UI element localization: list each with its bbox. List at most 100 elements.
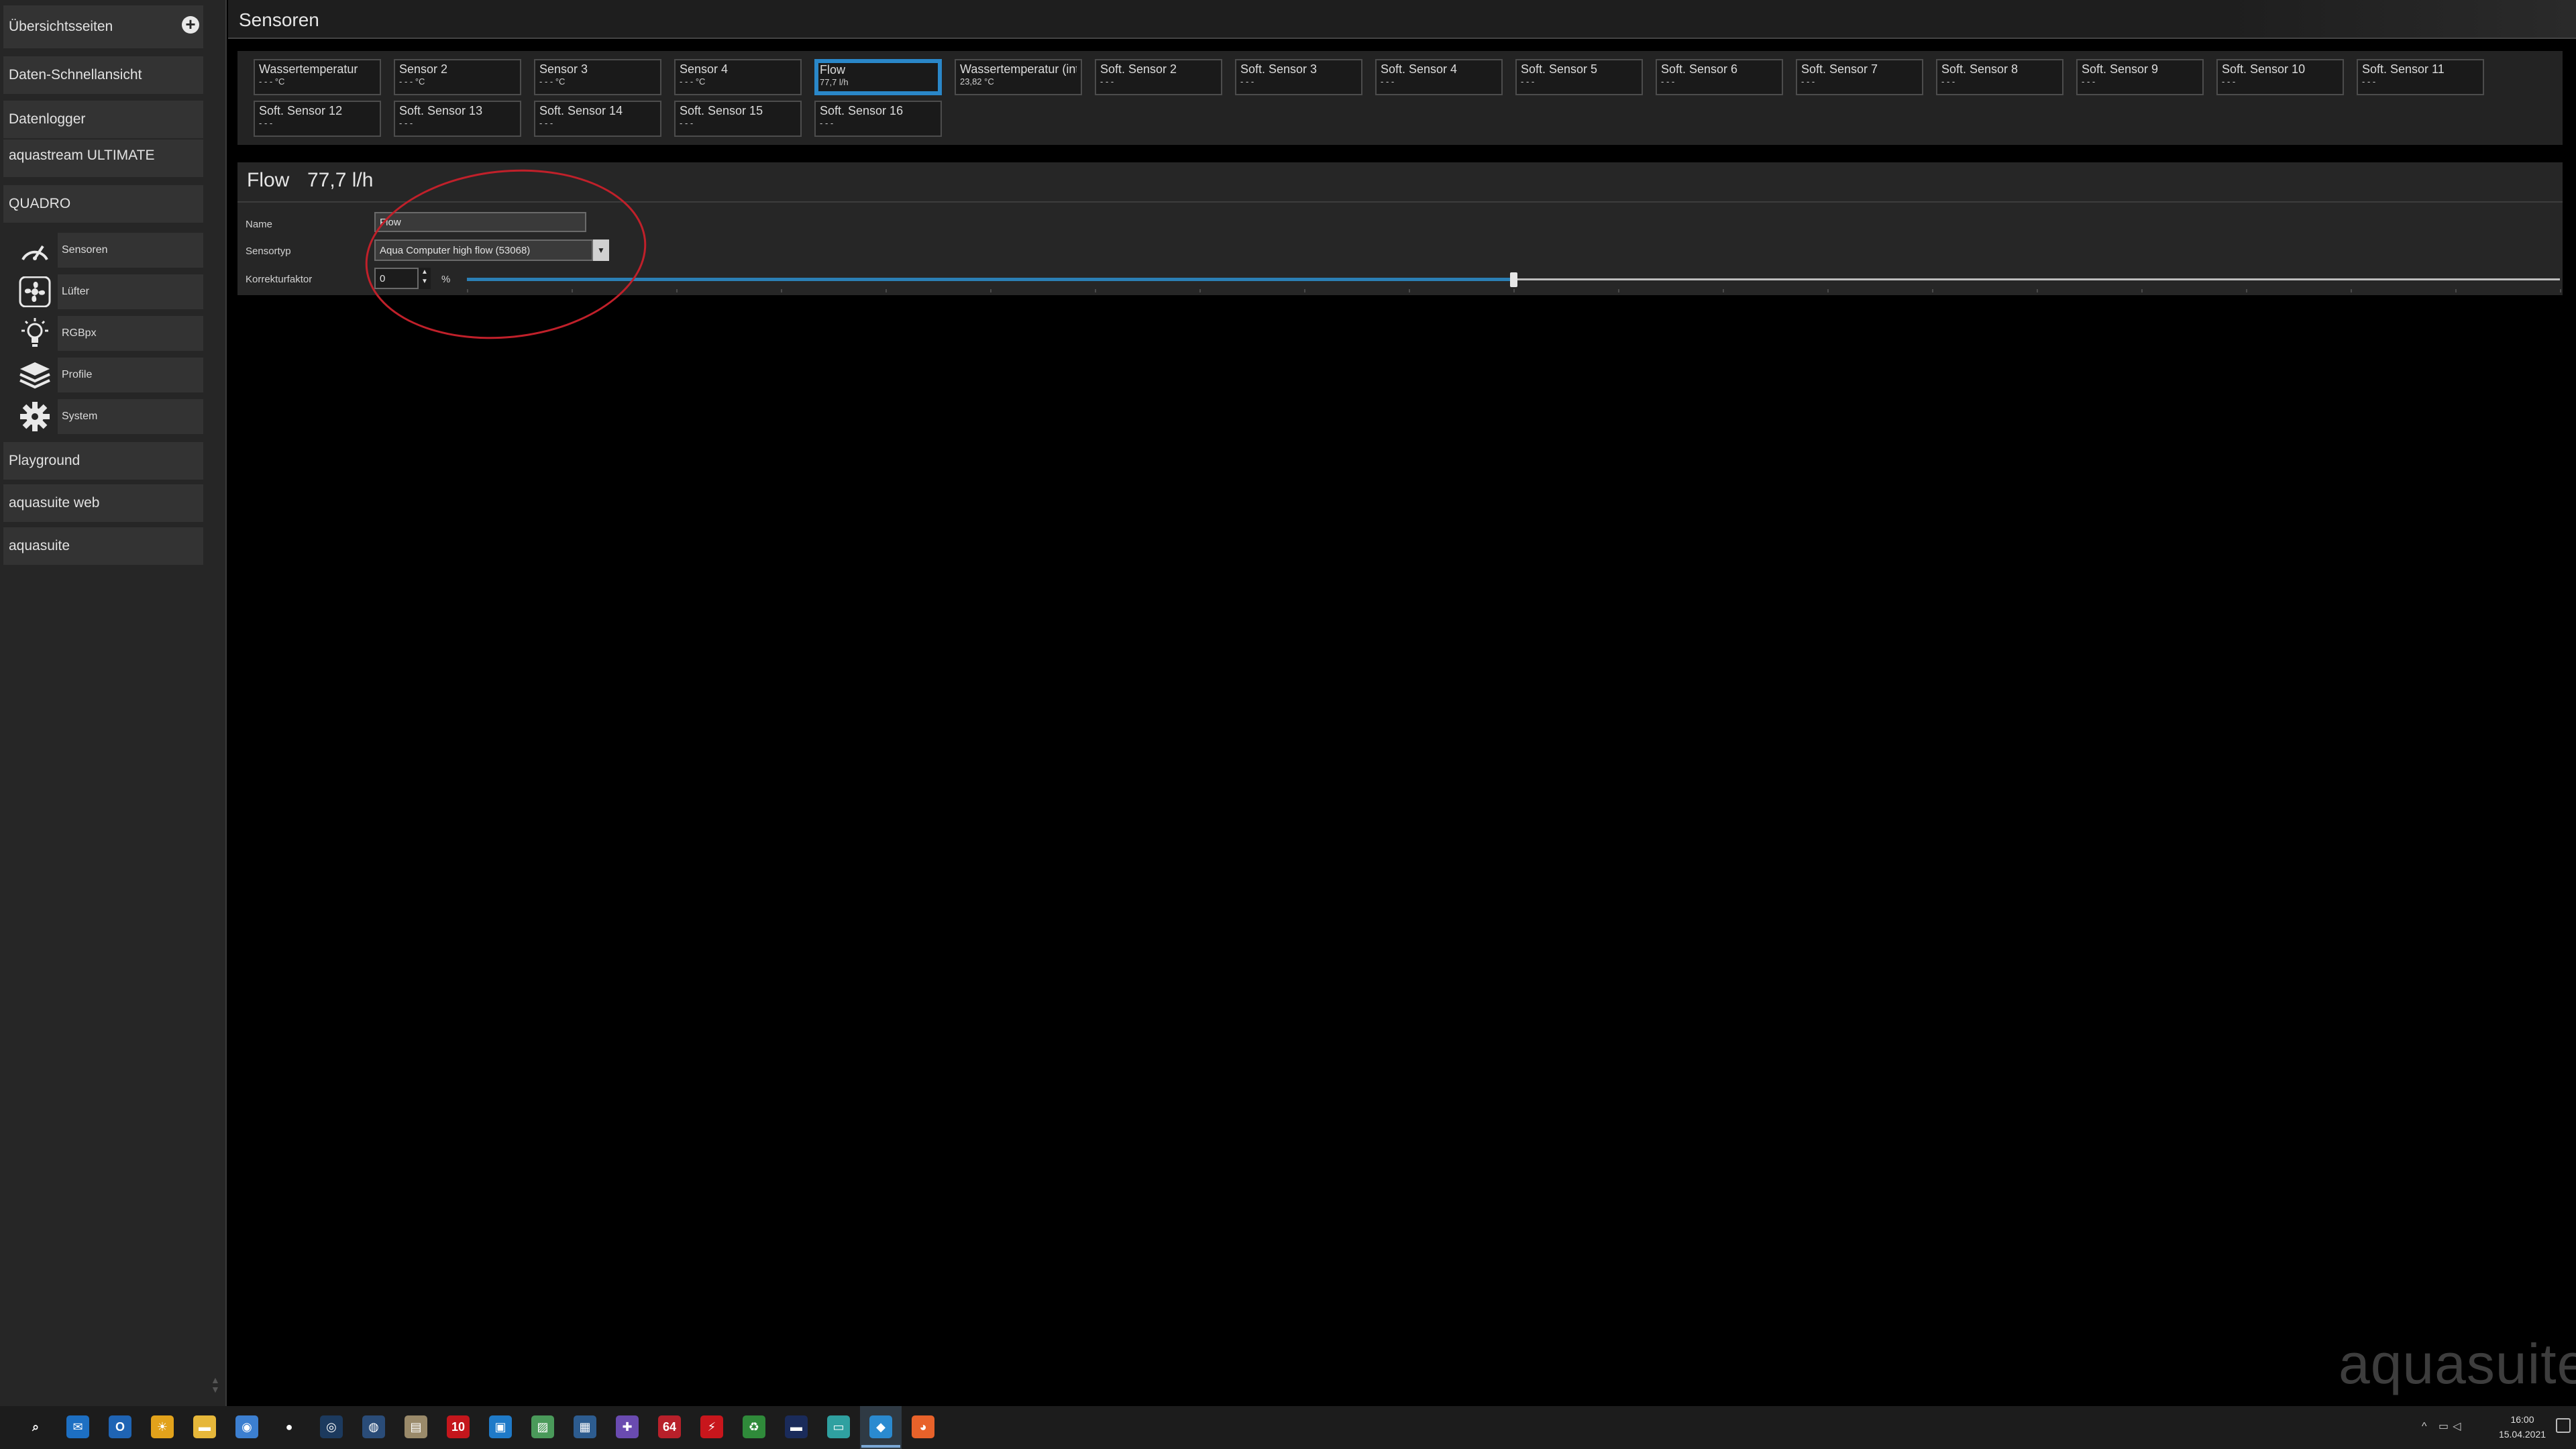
weather-icon[interactable]: ☀: [151, 1415, 174, 1438]
sidebar-item-datenlogger[interactable]: Datenlogger: [3, 101, 203, 138]
sidebar-item-aquasuite[interactable]: aquasuite: [3, 527, 203, 565]
sensor-tile[interactable]: Wassertemperatur (int 23,82 °C: [955, 59, 1082, 95]
sensor-tile[interactable]: Soft. Sensor 11- - -: [2357, 59, 2484, 95]
sensor-tile-name: Sensor 4: [680, 62, 729, 76]
flash-icon[interactable]: ⚡: [700, 1415, 723, 1438]
folder-icon[interactable]: ▬: [193, 1415, 216, 1438]
sidebar-subitem-rgbpx[interactable]: RGBpx: [15, 316, 203, 351]
sidebar-item-label: aquastream ULTIMATE: [9, 148, 155, 163]
plugin-icon[interactable]: ✚: [616, 1415, 639, 1438]
image-icon[interactable]: ▨: [531, 1415, 554, 1438]
chevron-up-icon[interactable]: ^: [2422, 1421, 2427, 1433]
slider-tick: [2351, 289, 2352, 292]
sidebar-item-aquastream[interactable]: aquastream ULTIMATE: [3, 140, 203, 177]
sensortype-label: Sensortyp: [246, 246, 291, 257]
sensor-tile[interactable]: Soft. Sensor 12- - -: [254, 101, 381, 137]
sensor-tile-value: - - -: [2362, 76, 2376, 87]
sidebar-item-uebersichtsseiten[interactable]: Übersichtsseiten +: [3, 5, 203, 48]
aquasuite-app-icon[interactable]: ◆: [861, 1415, 900, 1448]
steam-icon[interactable]: ◎: [320, 1415, 343, 1438]
korrektur-slider[interactable]: [467, 272, 2561, 292]
aida64-icon[interactable]: 64: [658, 1415, 681, 1438]
document-icon[interactable]: ▤: [405, 1415, 427, 1438]
slider-tick: [2560, 289, 2561, 292]
sensor-tile[interactable]: Soft. Sensor 2- - -: [1095, 59, 1222, 95]
sensor-tile[interactable]: Soft. Sensor 7- - -: [1796, 59, 1923, 95]
sensor-tile[interactable]: Soft. Sensor 16- - -: [814, 101, 942, 137]
search-icon[interactable]: ⌕: [24, 1415, 47, 1438]
sensor-tile[interactable]: Soft. Sensor 9- - -: [2076, 59, 2204, 95]
sensor-tile-value: - - -: [1521, 76, 1535, 87]
sensor-tile[interactable]: Soft. Sensor 4- - -: [1375, 59, 1503, 95]
sensor-tile-value: 23,82 °C: [960, 76, 994, 87]
store-icon[interactable]: ▣: [489, 1415, 512, 1438]
clock-date[interactable]: 15.04.2021: [2496, 1429, 2549, 1440]
detail-value: 77,7 l/h: [307, 169, 374, 191]
slider-track-empty: [1517, 278, 2560, 280]
window-app-icon[interactable]: ▭: [827, 1415, 850, 1438]
sensor-tile[interactable]: Soft. Sensor 10- - -: [2216, 59, 2344, 95]
sensor-tile[interactable]: Soft. Sensor 3- - -: [1235, 59, 1362, 95]
slider-thumb[interactable]: [1510, 272, 1517, 287]
gear-icon: [15, 399, 55, 434]
layers-icon: [15, 358, 55, 392]
recycle-icon[interactable]: ♻: [743, 1415, 765, 1438]
app-window: Übersichtsseiten + Daten-Schnellansicht …: [0, 0, 2576, 1406]
sidebar-subitem-sensoren[interactable]: Sensoren: [15, 233, 203, 268]
sidebar-item-aquasuite-web[interactable]: aquasuite web: [3, 484, 203, 522]
sidebar-subitem-profile[interactable]: Profile: [15, 358, 203, 392]
percent-label: %: [441, 274, 451, 285]
slider-tick: [990, 289, 991, 292]
sensor-tile-name: Wassertemperatur: [259, 62, 358, 76]
name-field[interactable]: [374, 212, 586, 232]
stepper-arrows-icon[interactable]: ▲ ▼: [419, 268, 431, 289]
app-circle-icon[interactable]: ◍: [362, 1415, 385, 1438]
terminal-icon[interactable]: ▬: [785, 1415, 808, 1438]
sidebar-subitem-luefter[interactable]: Lüfter: [15, 274, 203, 309]
sensor-tile[interactable]: Soft. Sensor 5- - -: [1515, 59, 1643, 95]
sensor-tile-name: Soft. Sensor 6: [1661, 62, 1738, 76]
korrektur-label: Korrekturfaktor: [246, 274, 313, 285]
add-icon[interactable]: +: [182, 15, 199, 34]
korrektur-stepper[interactable]: 0 ▲ ▼: [374, 268, 431, 289]
sensor-tile[interactable]: Soft. Sensor 13- - -: [394, 101, 521, 137]
korrektur-value[interactable]: 0: [374, 268, 419, 289]
sensor-tile-name: Soft. Sensor 3: [1240, 62, 1318, 76]
sidebar-scrollbar[interactable]: ▲ ▼: [211, 1375, 220, 1394]
sensortype-select[interactable]: Aqua Computer high flow (53068) ▼: [374, 239, 609, 261]
sidebar-item-daten-schnellansicht[interactable]: Daten-Schnellansicht: [3, 56, 203, 94]
sensor-tile[interactable]: Sensor 4- - - °C: [674, 59, 802, 95]
sensor-tile-name: Sensor 2: [399, 62, 448, 76]
sensor-tile[interactable]: Sensor 3- - - °C: [534, 59, 661, 95]
sensor-tile[interactable]: Wassertemperatur - - - °C: [254, 59, 381, 95]
outlook-icon[interactable]: O: [109, 1415, 131, 1438]
sensor-tile[interactable]: Soft. Sensor 6- - -: [1656, 59, 1783, 95]
clock-time[interactable]: 16:00: [2496, 1414, 2549, 1425]
sensor-tile[interactable]: Soft. Sensor 8- - -: [1936, 59, 2063, 95]
slider-tick: [2246, 289, 2247, 292]
slider-tick: [2455, 289, 2457, 292]
taskbar: ⌕ ✉ O ☀ ▬ ◉ ● ◎ ◍ ▤ 10 ▣ ▨ ▦ ✚ 64 ⚡ ♻ ▬ ▭ ◆ ◕ ^ ▭◁ 16:00 15.0…: [0, 1406, 2576, 1449]
notification-icon[interactable]: [2556, 1418, 2571, 1433]
sensor-tile-value: - - -: [1941, 76, 1955, 87]
calculator-icon[interactable]: ▦: [574, 1415, 596, 1438]
mail-icon[interactable]: ✉: [66, 1415, 89, 1438]
globe-icon[interactable]: ◉: [235, 1415, 258, 1438]
record-icon[interactable]: ●: [278, 1415, 301, 1438]
sidebar-item-quadro[interactable]: QUADRO: [3, 185, 203, 223]
sidebar: Übersichtsseiten + Daten-Schnellansicht …: [0, 0, 227, 1406]
sidebar-subitem-system[interactable]: System: [15, 399, 203, 434]
chevron-down-icon[interactable]: ▼: [593, 239, 609, 261]
sensor-tile-name: Soft. Sensor 13: [399, 104, 483, 117]
network-volume-icon[interactable]: ▭◁: [2438, 1419, 2465, 1433]
sidebar-subitem-label: Profile: [58, 358, 203, 392]
sensor-tile[interactable]: Sensor 2- - - °C: [394, 59, 521, 95]
sidebar-item-playground[interactable]: Playground: [3, 442, 203, 480]
ten-icon[interactable]: 10: [447, 1415, 470, 1438]
sensor-tile[interactable]: Flow 77,7 l/h: [814, 59, 942, 95]
sensor-tile-name: Soft. Sensor 10: [2222, 62, 2306, 76]
sensor-tile[interactable]: Soft. Sensor 14- - -: [534, 101, 661, 137]
sidebar-item-label: Übersichtsseiten: [9, 19, 113, 34]
sensor-tile[interactable]: Soft. Sensor 15- - -: [674, 101, 802, 137]
firefox-icon[interactable]: ◕: [912, 1415, 934, 1438]
